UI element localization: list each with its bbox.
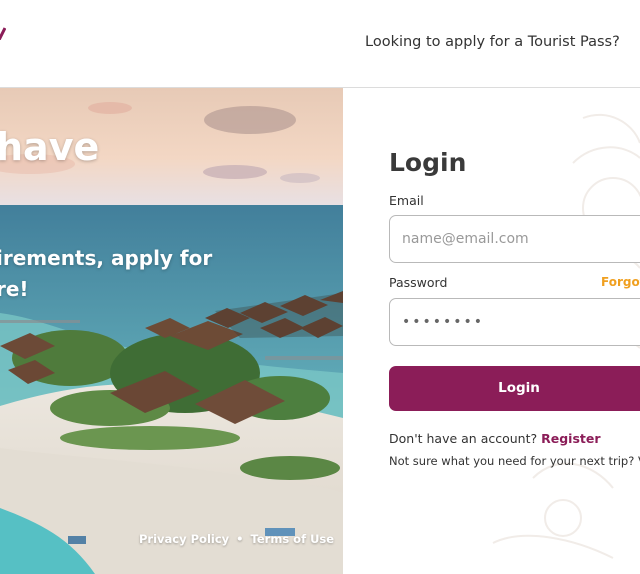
logo-icon (0, 27, 6, 40)
register-prompt: Don't have an account? Register (389, 431, 601, 446)
password-field[interactable]: •••••••• (389, 298, 640, 346)
hero-image-panel: have irements, apply for re! Privacy Pol… (0, 88, 343, 574)
register-link[interactable]: Register (541, 431, 600, 446)
footer-separator: • (236, 532, 244, 546)
top-navigation: Looking to apply for a Tourist Pass? (0, 0, 640, 88)
login-panel: Login Email name@email.com Password Forg… (343, 88, 640, 574)
hero-title: have (0, 125, 100, 169)
email-field[interactable]: name@email.com (389, 215, 640, 263)
forgot-password-link[interactable]: Forgot (601, 275, 640, 289)
hero-subtitle: irements, apply for re! (0, 243, 212, 305)
password-label: Password (389, 275, 448, 290)
hero-subtitle-line-1: irements, apply for (0, 246, 213, 270)
email-label: Email (389, 193, 424, 208)
tourist-pass-link[interactable]: Looking to apply for a Tourist Pass? (365, 34, 620, 50)
login-title: Login (389, 148, 467, 177)
next-trip-help-text: Not sure what you need for your next tri… (389, 454, 640, 468)
hero-subtitle-line-2: re! (0, 277, 29, 301)
no-account-text: Don't have an account? (389, 431, 538, 446)
terms-of-use-link[interactable]: Terms of Use (251, 532, 335, 546)
footer-links: Privacy Policy • Terms of Use (139, 532, 337, 546)
privacy-policy-link[interactable]: Privacy Policy (139, 532, 229, 546)
login-button[interactable]: Login (389, 366, 640, 411)
